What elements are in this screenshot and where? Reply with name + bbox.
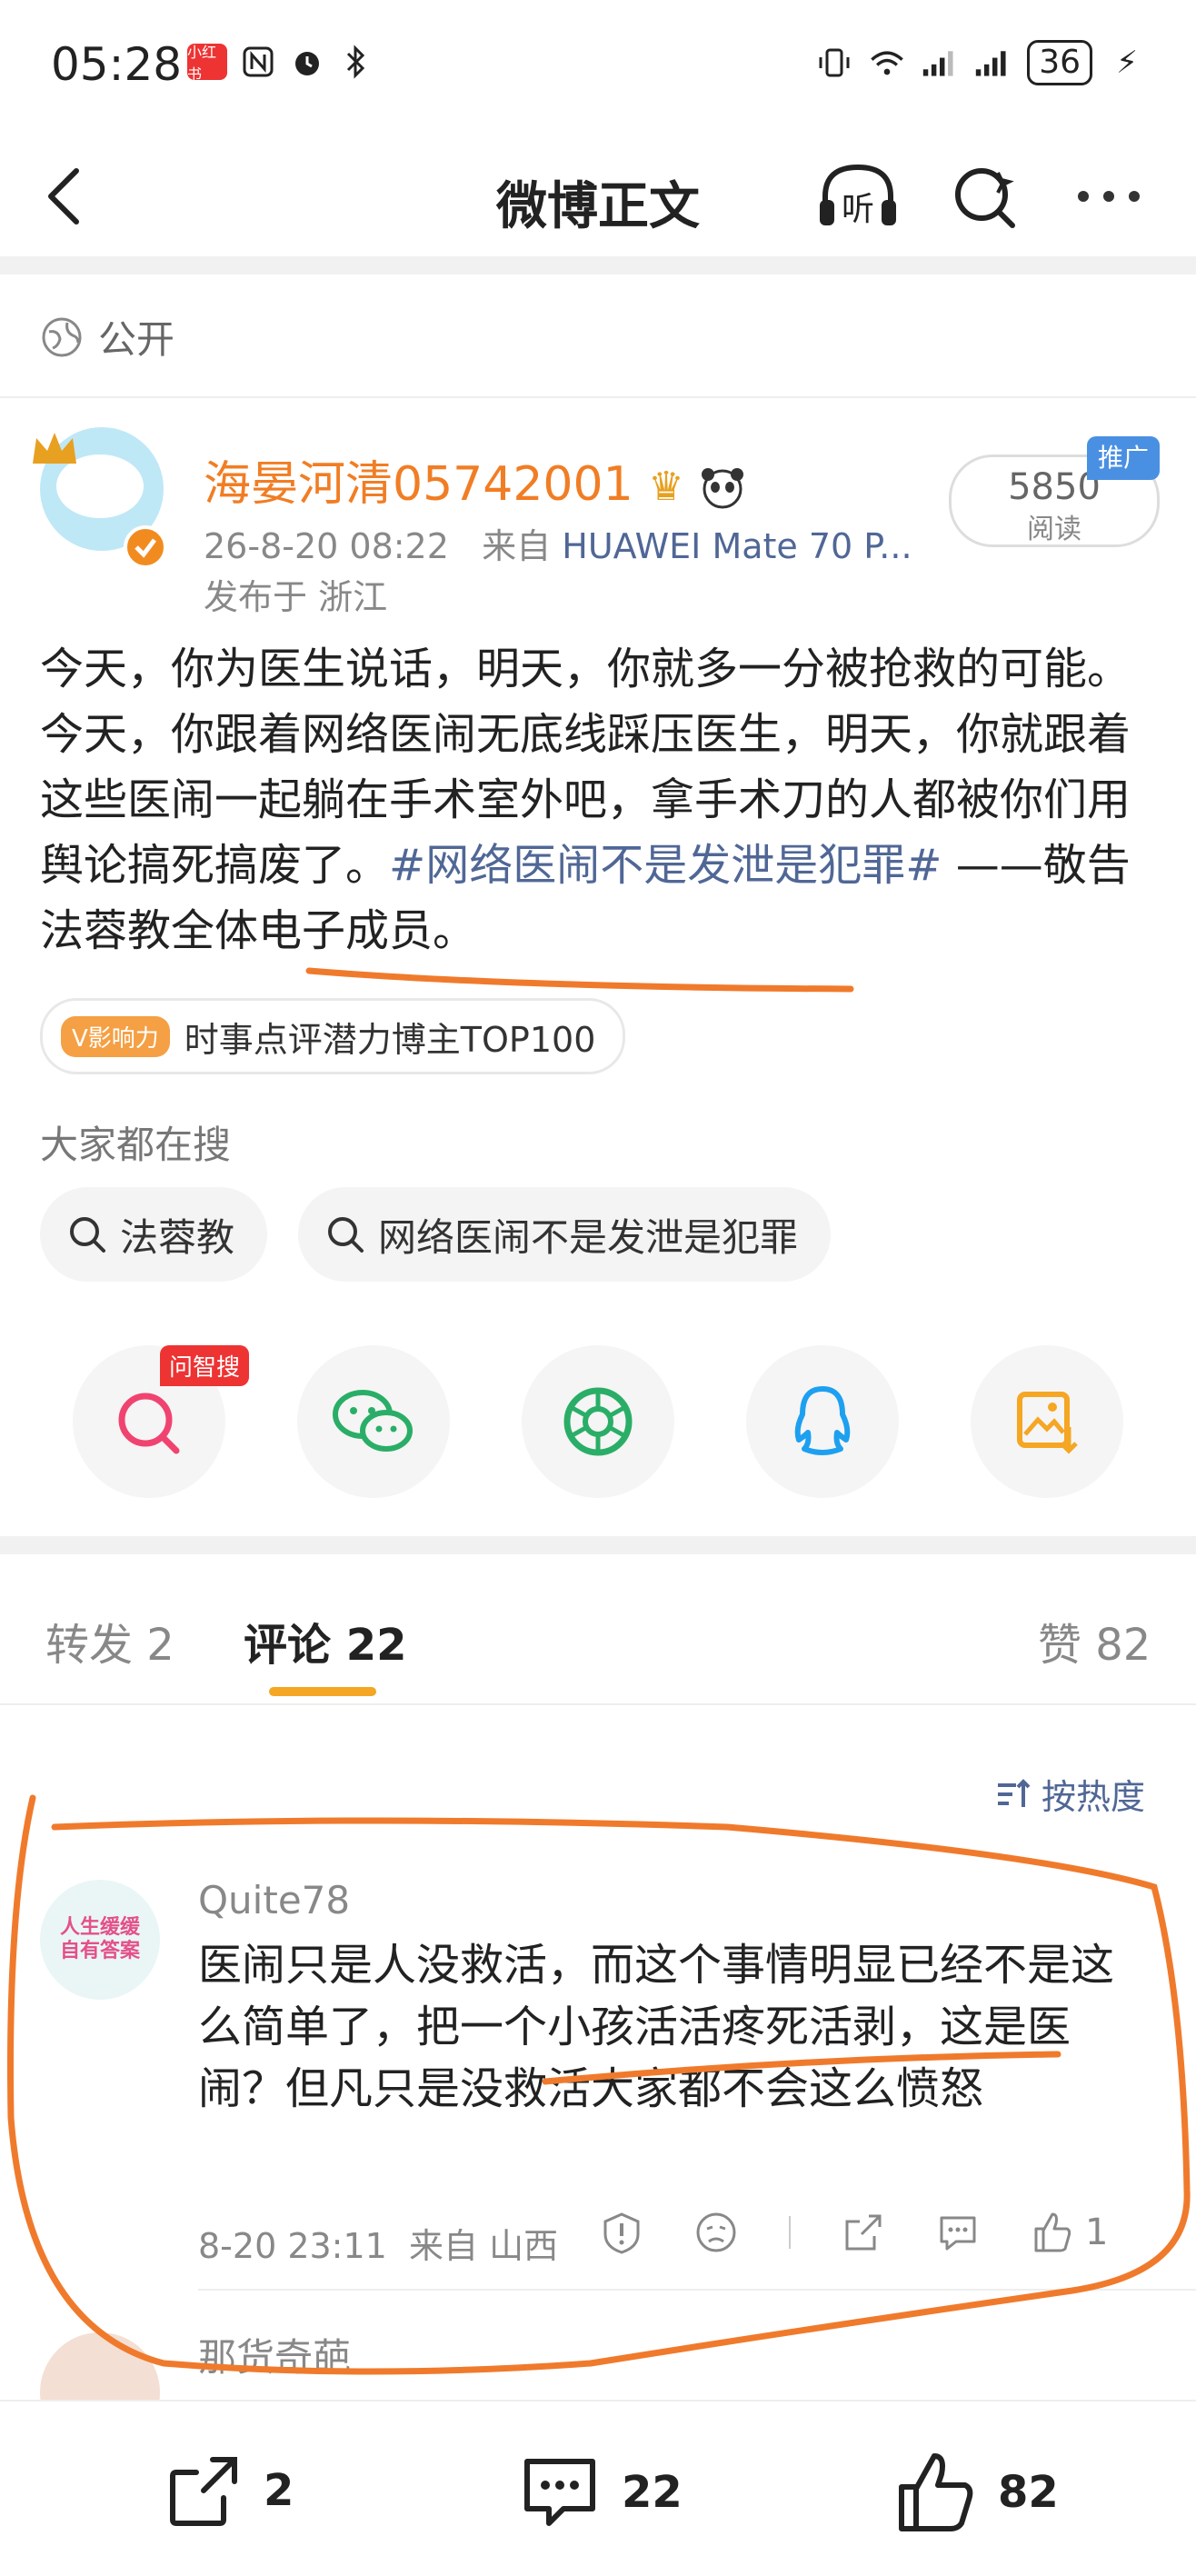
like-icon — [899, 2453, 973, 2531]
bottom-like-button[interactable]: 82 — [894, 2451, 1059, 2534]
repost-icon — [170, 2457, 237, 2526]
bottom-repost-count: 2 — [264, 2465, 294, 2516]
bottom-repost-button[interactable]: 2 — [164, 2451, 294, 2531]
bottom-like-count: 82 — [998, 2467, 1059, 2518]
hand-drawn-annotations — [7, 967, 1191, 2375]
bottom-comment-button[interactable]: 22 — [518, 2451, 683, 2534]
bottom-comment-count: 22 — [622, 2467, 683, 2518]
comment-icon — [524, 2459, 595, 2526]
